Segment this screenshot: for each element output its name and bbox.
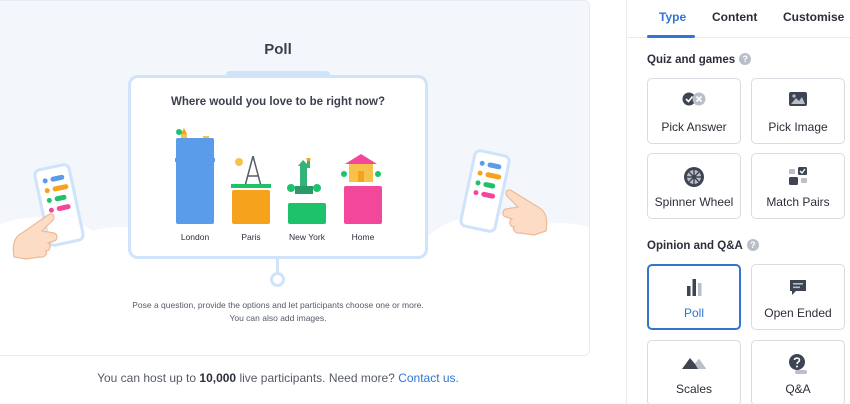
- poll-bar-group: New York: [277, 203, 337, 242]
- mountain-icon: [648, 353, 740, 375]
- card-label: Pick Image: [768, 120, 828, 134]
- note-text: You can host up to: [97, 371, 200, 385]
- card-label: Pick Answer: [661, 120, 727, 134]
- card-label: Match Pairs: [766, 195, 830, 209]
- poll-bar: [288, 203, 326, 224]
- card-match-pairs[interactable]: Match Pairs: [751, 153, 845, 219]
- card-spinner-wheel[interactable]: Spinner Wheel: [647, 153, 741, 219]
- participant-count: 10,000: [199, 371, 237, 385]
- paris-landmark-icon: [231, 156, 271, 188]
- card-qa[interactable]: Q&A: [751, 340, 845, 404]
- board-stem-dot: [270, 272, 285, 287]
- poll-question: Where would you love to be right now?: [170, 96, 386, 108]
- poll-bar-label: London: [180, 232, 210, 242]
- card-label: Scales: [675, 382, 713, 396]
- section-title: Quiz and games: [647, 54, 736, 66]
- poll-board: Where would you love to be right now? Lo…: [128, 75, 428, 259]
- poll-description-line: Pose a question, provide the options and…: [132, 300, 424, 310]
- hand-right-icon: [502, 189, 548, 236]
- card-label: Open Ended: [764, 306, 832, 320]
- section-title: Opinion and Q&A: [647, 240, 743, 252]
- slide-type-sidebar: Type Content Customise Quiz and games? P…: [626, 0, 850, 404]
- poll-bar-group: London: [165, 138, 225, 242]
- poll-bar: [232, 190, 270, 224]
- board-stem: [276, 259, 279, 273]
- card-scales[interactable]: Scales: [647, 340, 741, 404]
- poll-bar: [344, 186, 382, 224]
- bar-chart-icon: [649, 277, 739, 299]
- poll-bar-group: Paris: [221, 190, 281, 242]
- poll-preview-panel: Poll Where would you love to be right no…: [0, 0, 590, 356]
- participant-limit-note: You can host up to 10,000 live participa…: [0, 371, 556, 385]
- card-pick-image[interactable]: Pick Image: [751, 78, 845, 144]
- poll-bar-group: Home: [333, 186, 393, 242]
- section-quiz-and-games: Quiz and games?: [647, 53, 752, 66]
- active-tab-indicator: [647, 35, 695, 38]
- chat-icon: [752, 277, 844, 299]
- statue-of-liberty-icon: [287, 158, 321, 194]
- section-opinion-and-qa: Opinion and Q&A?: [647, 239, 759, 252]
- contact-us-link[interactable]: Contact us.: [398, 371, 459, 385]
- card-pick-answer[interactable]: Pick Answer: [647, 78, 741, 144]
- image-icon: [752, 91, 844, 113]
- poll-bar-label: Paris: [241, 232, 261, 242]
- preview-title: Poll: [264, 41, 292, 58]
- wheel-icon: [648, 166, 740, 188]
- help-icon[interactable]: ?: [746, 239, 759, 251]
- note-text: live participants. Need more?: [236, 371, 399, 385]
- card-label: Q&A: [785, 382, 811, 396]
- tab-customise[interactable]: Customise: [783, 10, 844, 24]
- poll-description-line: You can also add images.: [229, 313, 327, 323]
- card-label: Poll: [683, 306, 704, 320]
- poll-bar-label: New York: [289, 232, 325, 242]
- poll-bar: [176, 138, 214, 224]
- tab-type[interactable]: Type: [659, 10, 686, 24]
- poll-bar-label: Home: [351, 232, 375, 242]
- card-poll[interactable]: Poll: [647, 264, 741, 330]
- poll-description: Pose a question, provide the options and…: [0, 299, 556, 325]
- help-icon[interactable]: ?: [739, 53, 752, 65]
- hand-left-icon: [12, 213, 58, 260]
- sidebar-tabs: Type Content Customise: [627, 0, 850, 38]
- card-open-ended[interactable]: Open Ended: [751, 264, 845, 330]
- card-label: Spinner Wheel: [654, 195, 734, 209]
- home-landmark-icon: [341, 154, 381, 182]
- question-bubble-icon: [752, 353, 844, 375]
- check-x-icon: [648, 91, 740, 113]
- match-pairs-icon: [752, 166, 844, 188]
- tab-content[interactable]: Content: [712, 10, 757, 24]
